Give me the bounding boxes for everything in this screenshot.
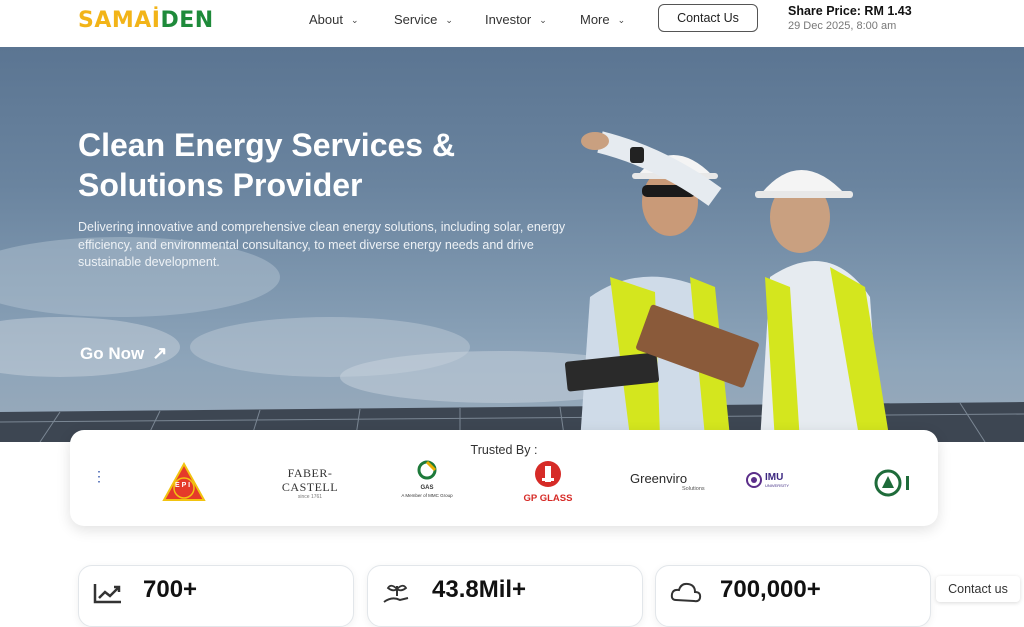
client-logo-gas-malaysia: GAS A Member of MMC Group <box>390 460 464 500</box>
stat-card-projects: 700+ <box>78 565 354 627</box>
hero-title: Clean Energy Services & Solutions Provid… <box>78 127 456 203</box>
site-header: SAMAİDEN About ⌄ Service ⌄ Investor ⌄ More ⌄… <box>0 0 1024 47</box>
share-date: 29 Dec 2025, 8:00 am <box>788 20 897 32</box>
partial-logo-left: ⋮ <box>92 468 106 484</box>
chevron-down-icon: ⌄ <box>617 15 626 25</box>
client-logo-imu: IMU UNIVERSITY <box>746 472 842 488</box>
nav-service[interactable]: Service ⌄ <box>394 12 453 28</box>
nav-investor[interactable]: Investor ⌄ <box>485 12 547 28</box>
trend-up-icon <box>93 580 123 611</box>
floating-contact-button[interactable]: Contact us <box>936 576 1020 602</box>
contact-us-button[interactable]: Contact Us <box>658 4 758 32</box>
client-logo-faber-castell: FABER-CASTELL since 1761 <box>281 466 339 500</box>
plant-hand-icon <box>382 580 412 613</box>
nav-about[interactable]: About ⌄ <box>309 12 359 28</box>
stat-value: 700,000+ <box>720 576 821 603</box>
chevron-down-icon: ⌄ <box>350 15 359 25</box>
stat-value: 43.8Mil+ <box>432 576 527 603</box>
client-logo-gp-glass: GP GLASS <box>518 460 578 504</box>
client-logo-greenviro: Greenviro Solutions <box>630 471 705 493</box>
nav-more[interactable]: More ⌄ <box>580 12 625 28</box>
go-now-link[interactable]: Go Now ↗ <box>80 343 167 364</box>
hero-description: Delivering innovative and comprehensive … <box>78 220 566 269</box>
share-price: Share Price: RM 1.43 <box>788 4 912 18</box>
arrow-up-right-icon: ↗ <box>152 343 168 363</box>
stat-value: 700+ <box>143 576 198 603</box>
client-logo-epi: E P I <box>162 461 206 507</box>
cloud-icon <box>670 580 702 611</box>
stat-card-carbon: 700,000+ <box>655 565 931 627</box>
chevron-down-icon: ⌄ <box>539 15 547 25</box>
trusted-by-title: Trusted By : <box>470 443 538 457</box>
samaiden-logo[interactable]: SAMAİDEN <box>78 9 214 33</box>
trusted-by-panel: Trusted By : ⋮ E P I FABER-CASTELL since… <box>70 430 938 526</box>
partial-logo-right <box>874 468 914 503</box>
hero-banner: Clean Energy Services & Solutions Provid… <box>0 47 1024 442</box>
chevron-down-icon: ⌄ <box>445 15 453 25</box>
stat-card-value: 43.8Mil+ <box>367 565 643 627</box>
share-price-block: Share Price: RM 1.43 29 Dec 2025, 8:00 a… <box>788 4 912 34</box>
